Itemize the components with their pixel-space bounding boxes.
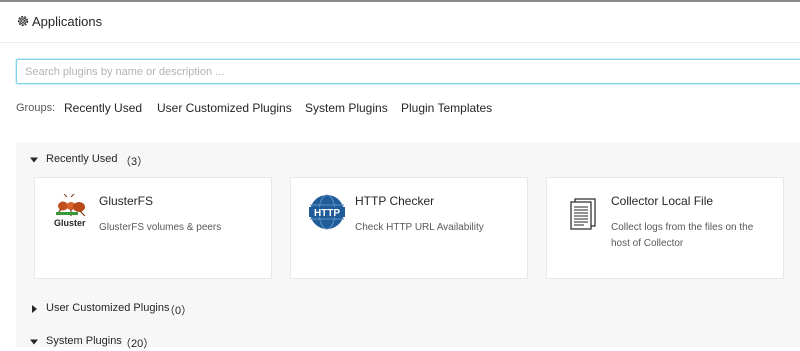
page-header: Applications [0, 2, 800, 43]
glusterfs-ant-logo: Gluster [54, 194, 86, 228]
plugin-card-glusterfs[interactable]: Gluster GlusterFS GlusterFS volumes & pe… [34, 177, 272, 279]
caret-down-icon [30, 157, 38, 163]
group-recently-used[interactable]: Recently Used [64, 101, 142, 115]
plugins-panel: Recently Used （3） Gluster GlusterFS Glus… [16, 142, 800, 350]
svg-text:HTTP: HTTP [314, 208, 340, 219]
svg-text:Gluster: Gluster [54, 218, 86, 228]
caret-down-icon [30, 339, 38, 345]
plugin-description: Check HTTP URL Availability [355, 222, 484, 233]
plugin-title: HTTP Checker [355, 194, 435, 208]
plugin-description: Collect logs from the files on the host … [611, 222, 754, 249]
http-globe-icon: HTTP [309, 194, 345, 230]
section-title: Recently Used [46, 153, 118, 165]
group-plugin-templates[interactable]: Plugin Templates [401, 101, 492, 115]
plugin-card-http-checker[interactable]: HTTP HTTP Checker Check HTTP URL Availab… [290, 177, 528, 279]
plugin-title: Collector Local File [611, 194, 714, 208]
section-count: （0） [164, 305, 193, 317]
section-count: （20） [120, 338, 155, 350]
plugin-description: GlusterFS volumes & peers [99, 222, 222, 233]
section-title: System Plugins [46, 335, 122, 347]
plugin-card-collector-local-file[interactable]: Collector Local File Collect logs from t… [546, 177, 784, 279]
group-system-plugins[interactable]: System Plugins [305, 101, 388, 115]
groups-label: Groups: [16, 102, 56, 114]
section-title: User Customized Plugins [46, 302, 170, 314]
caret-right-icon [32, 305, 37, 313]
search-input[interactable] [16, 59, 800, 84]
page-title: Applications [32, 14, 103, 29]
document-stack-icon [570, 198, 596, 230]
section-count: （3） [120, 156, 149, 168]
group-user-customized-plugins[interactable]: User Customized Plugins [157, 101, 292, 115]
plugin-title: GlusterFS [99, 194, 154, 208]
gear-icon [17, 15, 29, 27]
